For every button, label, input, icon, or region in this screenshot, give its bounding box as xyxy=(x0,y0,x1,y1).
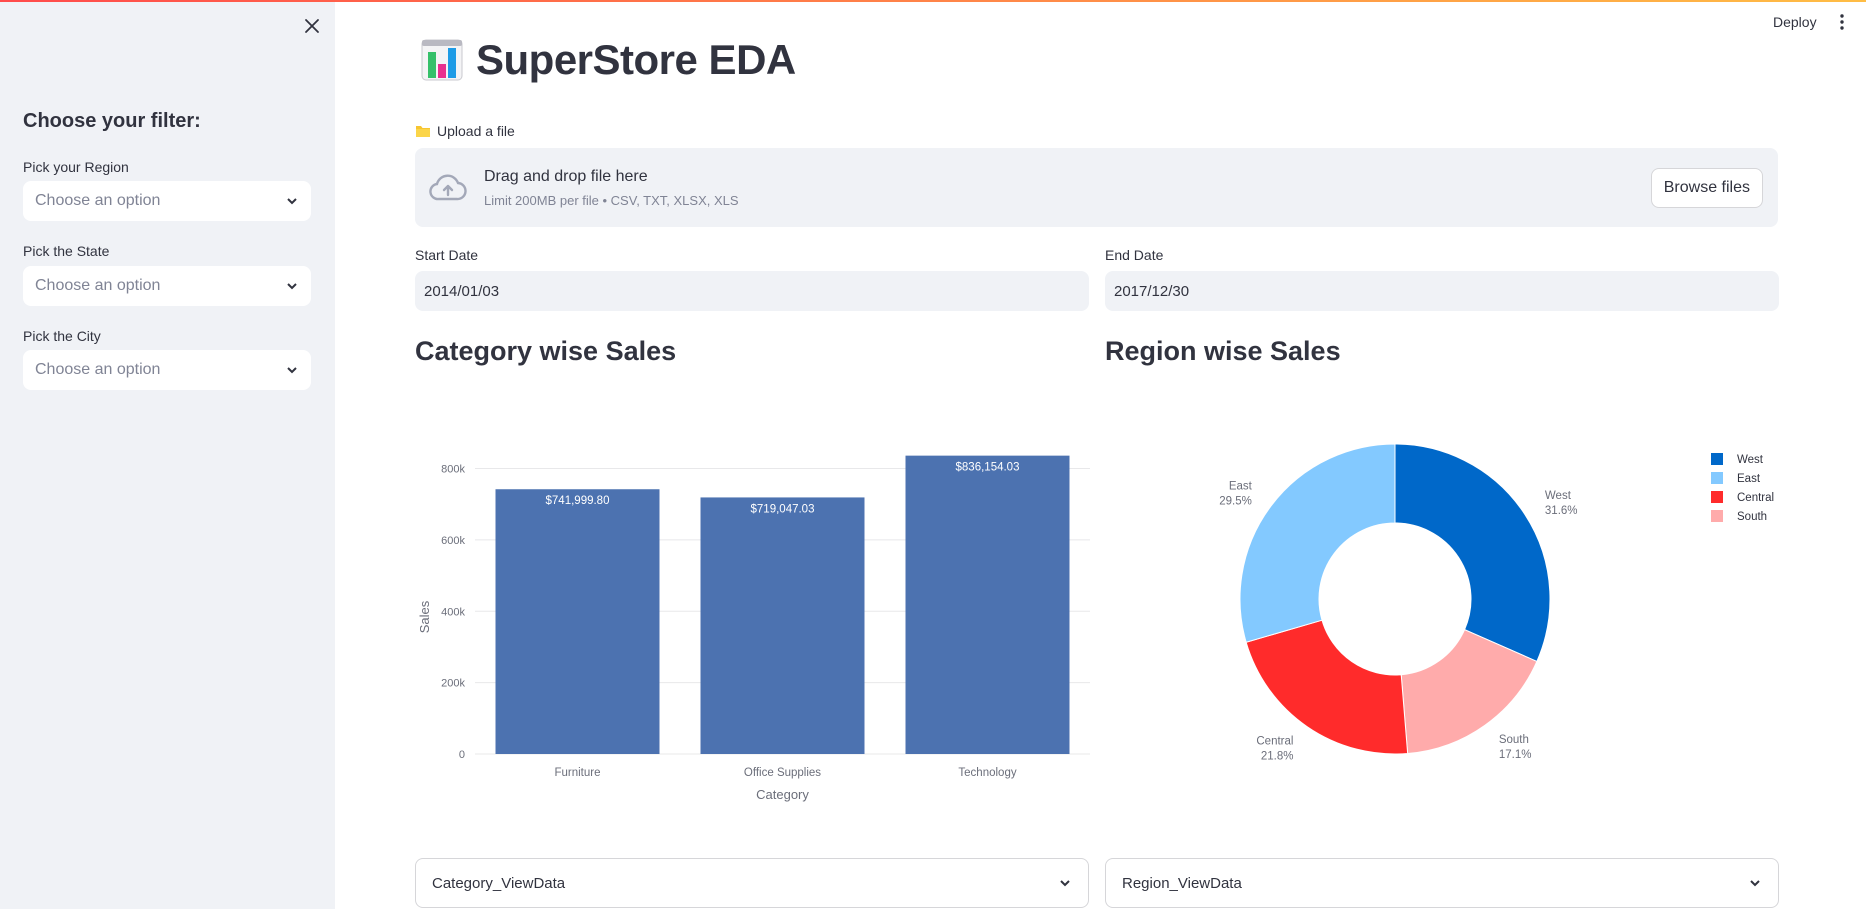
deploy-button[interactable]: Deploy xyxy=(1773,14,1817,30)
slice-label: East xyxy=(1229,481,1253,493)
region-viewdata-expander[interactable]: Region_ViewData xyxy=(1105,858,1779,908)
legend-label-south[interactable]: South xyxy=(1737,511,1767,523)
file-dropzone[interactable]: Drag and drop file here Limit 200MB per … xyxy=(415,148,1778,227)
city-select[interactable]: Choose an option xyxy=(23,350,311,390)
legend-label-east[interactable]: East xyxy=(1737,473,1761,485)
end-date-label: End Date xyxy=(1105,247,1164,263)
y-axis-title: Sales xyxy=(417,600,432,633)
chevron-down-icon xyxy=(287,367,297,374)
city-select-placeholder: Choose an option xyxy=(35,361,161,378)
browse-files-button[interactable]: Browse files xyxy=(1650,168,1763,208)
more-vertical-icon xyxy=(1840,14,1844,30)
x-tick-label: Technology xyxy=(958,767,1016,779)
state-select[interactable]: Choose an option xyxy=(23,266,311,306)
y-tick-label: 400k xyxy=(441,606,465,618)
bar-data-label: $719,047.03 xyxy=(751,503,815,515)
close-sidebar-button[interactable] xyxy=(300,14,324,38)
slice-percent-label: 17.1% xyxy=(1499,749,1532,761)
chevron-down-icon xyxy=(1750,880,1760,887)
slice-percent-label: 21.8% xyxy=(1261,750,1294,762)
category-viewdata-expander[interactable]: Category_ViewData xyxy=(415,858,1089,908)
slice-label: West xyxy=(1545,490,1572,502)
dropzone-instructions: Drag and drop file here xyxy=(484,168,648,185)
x-tick-label: Furniture xyxy=(554,767,600,779)
state-filter-label: Pick the State xyxy=(23,243,110,259)
bar-office-supplies[interactable] xyxy=(700,497,865,754)
region-chart-title: Region wise Sales xyxy=(1105,336,1341,366)
upload-label: Upload a file xyxy=(415,123,515,139)
bar-furniture[interactable] xyxy=(495,489,660,754)
upload-label-text: Upload a file xyxy=(437,123,515,139)
legend-swatch-south[interactable] xyxy=(1711,510,1723,522)
slice-percent-label: 29.5% xyxy=(1219,496,1252,508)
start-date-label: Start Date xyxy=(415,247,479,263)
folder-icon xyxy=(416,126,430,137)
slice-label: Central xyxy=(1256,735,1293,747)
chevron-down-icon xyxy=(1060,880,1070,887)
category-sales-bar-chart[interactable]: 0 200k 400k 600k 800k $741,999.80 Furniture $71… xyxy=(415,440,1095,820)
sidebar: Choose your filter: Pick your Region Cho… xyxy=(0,2,335,909)
bar-chart-emoji-icon xyxy=(421,39,463,81)
legend-label-west[interactable]: West xyxy=(1737,454,1764,466)
end-date-input[interactable]: 2017/12/30 xyxy=(1105,271,1779,311)
slice-east[interactable] xyxy=(1239,443,1396,643)
legend-swatch-west[interactable] xyxy=(1711,453,1723,465)
slice-label: South xyxy=(1499,734,1529,746)
slice-central[interactable] xyxy=(1245,619,1409,755)
cloud-upload-icon xyxy=(429,174,467,201)
region-viewdata-label: Region_ViewData xyxy=(1122,874,1242,892)
legend-swatch-east[interactable] xyxy=(1711,472,1723,484)
slice-west[interactable] xyxy=(1394,443,1551,663)
bar-technology[interactable] xyxy=(905,455,1070,754)
region-filter-label: Pick your Region xyxy=(23,159,129,175)
chevron-down-icon xyxy=(287,198,297,205)
y-tick-label: 200k xyxy=(441,678,465,690)
y-tick-label: 800k xyxy=(441,464,465,476)
main-menu-button[interactable] xyxy=(1834,12,1850,32)
state-select-placeholder: Choose an option xyxy=(35,277,161,294)
legend-label-central[interactable]: Central xyxy=(1737,492,1774,504)
page-title: SuperStore EDA xyxy=(476,36,796,83)
x-tick-label: Office Supplies xyxy=(744,767,821,779)
legend-swatch-central[interactable] xyxy=(1711,491,1723,503)
y-tick-label: 600k xyxy=(441,535,465,547)
chevron-down-icon xyxy=(287,283,297,290)
bar-data-label: $836,154.03 xyxy=(956,462,1020,474)
slice-percent-label: 31.6% xyxy=(1545,505,1578,517)
x-axis-title: Category xyxy=(756,787,809,802)
category-chart-title: Category wise Sales xyxy=(415,336,677,366)
region-select[interactable]: Choose an option xyxy=(23,181,311,221)
category-viewdata-label: Category_ViewData xyxy=(432,874,566,892)
filter-heading: Choose your filter: xyxy=(23,110,201,132)
close-icon xyxy=(305,19,319,33)
region-select-placeholder: Choose an option xyxy=(35,192,161,209)
dropzone-limit: Limit 200MB per file • CSV, TXT, XLSX, X… xyxy=(484,193,739,208)
bar-data-label: $741,999.80 xyxy=(546,495,610,507)
start-date-input[interactable]: 2014/01/03 xyxy=(415,271,1089,311)
region-sales-donut-chart[interactable]: West 31.6% South 17.1% Central 21.8% East 29.5%… xyxy=(1105,440,1785,780)
y-tick-label: 0 xyxy=(459,749,465,761)
page-header: SuperStore EDA xyxy=(420,36,796,84)
city-filter-label: Pick the City xyxy=(23,328,101,344)
